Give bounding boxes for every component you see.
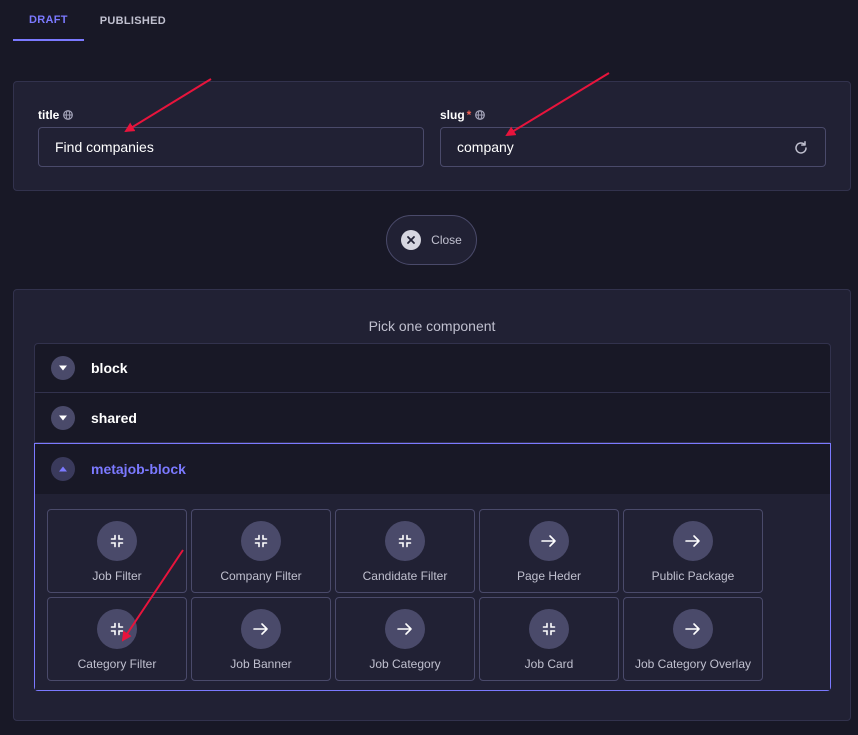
tab-bar: DRAFT PUBLISHED — [13, 0, 182, 41]
category-label: metajob-block — [91, 461, 186, 477]
category-metajob-block-section: metajob-block Job Filter Company Filter Ca… — [34, 443, 831, 691]
close-icon — [401, 230, 422, 250]
globe-icon — [475, 110, 486, 120]
component-card-job-filter[interactable]: Job Filter — [47, 509, 187, 593]
component-label: Job Banner — [230, 657, 292, 671]
arrow-right-icon — [673, 609, 713, 649]
component-card-page-heder[interactable]: Page Heder — [479, 509, 619, 593]
picker-title: Pick one component — [368, 318, 496, 334]
category-label: block — [91, 360, 128, 376]
chevron-up-icon — [51, 457, 75, 481]
collapse-icon — [529, 609, 569, 649]
close-button-label: Close — [431, 233, 462, 247]
component-label: Job Category Overlay — [634, 657, 752, 671]
tab-published[interactable]: PUBLISHED — [84, 0, 182, 41]
fields-panel: title Find companies slug * company — [13, 81, 851, 191]
component-card-candidate-filter[interactable]: Candidate Filter — [335, 509, 475, 593]
slug-label-text: slug — [440, 108, 465, 122]
component-label: Page Heder — [516, 569, 582, 583]
refresh-icon[interactable] — [793, 140, 809, 156]
slug-label: slug * — [440, 108, 826, 122]
component-card-public-package[interactable]: Public Package — [623, 509, 763, 593]
collapse-icon — [385, 521, 425, 561]
category-shared[interactable]: shared — [34, 393, 831, 443]
slug-input-value: company — [457, 139, 514, 155]
arrow-right-icon — [529, 521, 569, 561]
component-card-category-filter[interactable]: Category Filter — [47, 597, 187, 681]
component-label: Job Card — [524, 657, 574, 671]
component-grid: Job Filter Company Filter Candidate Filter… — [35, 494, 830, 690]
chevron-down-icon — [51, 356, 75, 380]
title-label-text: title — [38, 108, 60, 122]
close-button[interactable]: Close — [386, 215, 477, 265]
component-label: Job Category — [369, 657, 441, 671]
collapse-icon — [97, 521, 137, 561]
title-input[interactable]: Find companies — [38, 127, 424, 167]
component-card-job-category-overlay[interactable]: Job Category Overlay — [623, 597, 763, 681]
slug-input[interactable]: company — [440, 127, 826, 167]
chevron-down-icon — [51, 405, 75, 430]
component-card-job-category[interactable]: Job Category — [335, 597, 475, 681]
slug-field: slug * company — [440, 108, 826, 167]
arrow-right-icon — [673, 521, 713, 561]
component-card-company-filter[interactable]: Company Filter — [191, 509, 331, 593]
component-picker: Pick one component block shared metajob-… — [13, 289, 851, 721]
component-label: Job Filter — [92, 569, 142, 583]
component-card-job-card[interactable]: Job Card — [479, 597, 619, 681]
component-label: Category Filter — [77, 657, 157, 671]
component-label: Candidate Filter — [362, 569, 448, 583]
collapse-icon — [241, 521, 281, 561]
arrow-right-icon — [241, 609, 281, 649]
arrow-right-icon — [385, 609, 425, 649]
tab-draft[interactable]: DRAFT — [13, 0, 84, 41]
required-mark: * — [466, 108, 472, 122]
component-label: Public Package — [651, 569, 735, 583]
component-label: Company Filter — [220, 569, 302, 583]
collapse-icon — [97, 609, 137, 649]
category-block[interactable]: block — [34, 343, 831, 393]
category-metajob-block[interactable]: metajob-block — [35, 444, 830, 494]
component-card-job-banner[interactable]: Job Banner — [191, 597, 331, 681]
title-field: title Find companies — [38, 108, 424, 167]
category-accordion: block shared metajob-block Job Filter Com… — [34, 343, 831, 691]
category-label: shared — [91, 409, 137, 426]
title-label: title — [38, 108, 424, 122]
globe-icon — [63, 110, 74, 120]
